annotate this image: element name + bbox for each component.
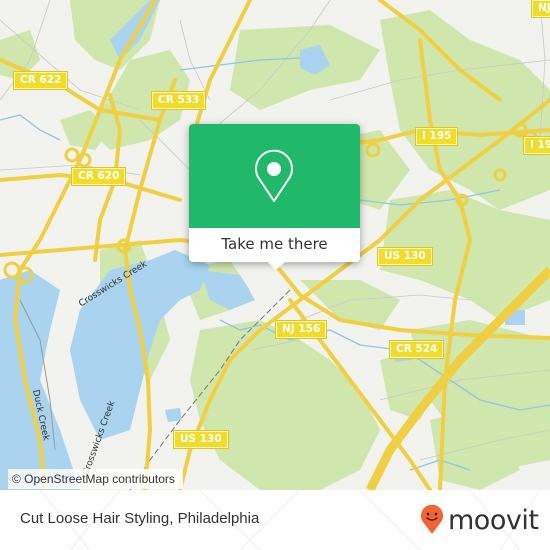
road-label-nj: NJ	[531, 0, 550, 18]
popup-header	[189, 124, 360, 228]
road-label-i-195: I 195	[414, 127, 459, 146]
location-pin-icon	[255, 149, 293, 202]
road-label-cr-524: CR 524	[388, 340, 445, 359]
moovit-wordmark: moovit	[448, 504, 539, 536]
road-label-cr-622: CR 622	[12, 71, 69, 90]
road-label-cr-620: CR 620	[70, 167, 127, 186]
map-attribution[interactable]: © OpenStreetMap contributors	[8, 469, 183, 489]
road-label-cr-533: CR 533	[150, 91, 207, 110]
moovit-logo[interactable]: moovit	[420, 500, 539, 540]
place-title: Cut Loose Hair Styling, Philadelphia	[20, 510, 260, 527]
moovit-smiley-pin-icon	[421, 505, 443, 534]
road-label-us-130-south: US 130	[173, 430, 229, 449]
location-popup: Take me there	[189, 124, 360, 270]
popup-caret	[266, 261, 286, 270]
take-me-there-button[interactable]: Take me there	[189, 228, 360, 262]
road-label-i-195-east: I 19	[522, 136, 550, 155]
road-label-us-130: US 130	[377, 247, 433, 266]
map-view[interactable]: CR 622 CR 533 CR 620 I 195 I 19 NJ US 13…	[0, 0, 550, 490]
road-label-nj-156: NJ 156	[274, 320, 328, 339]
